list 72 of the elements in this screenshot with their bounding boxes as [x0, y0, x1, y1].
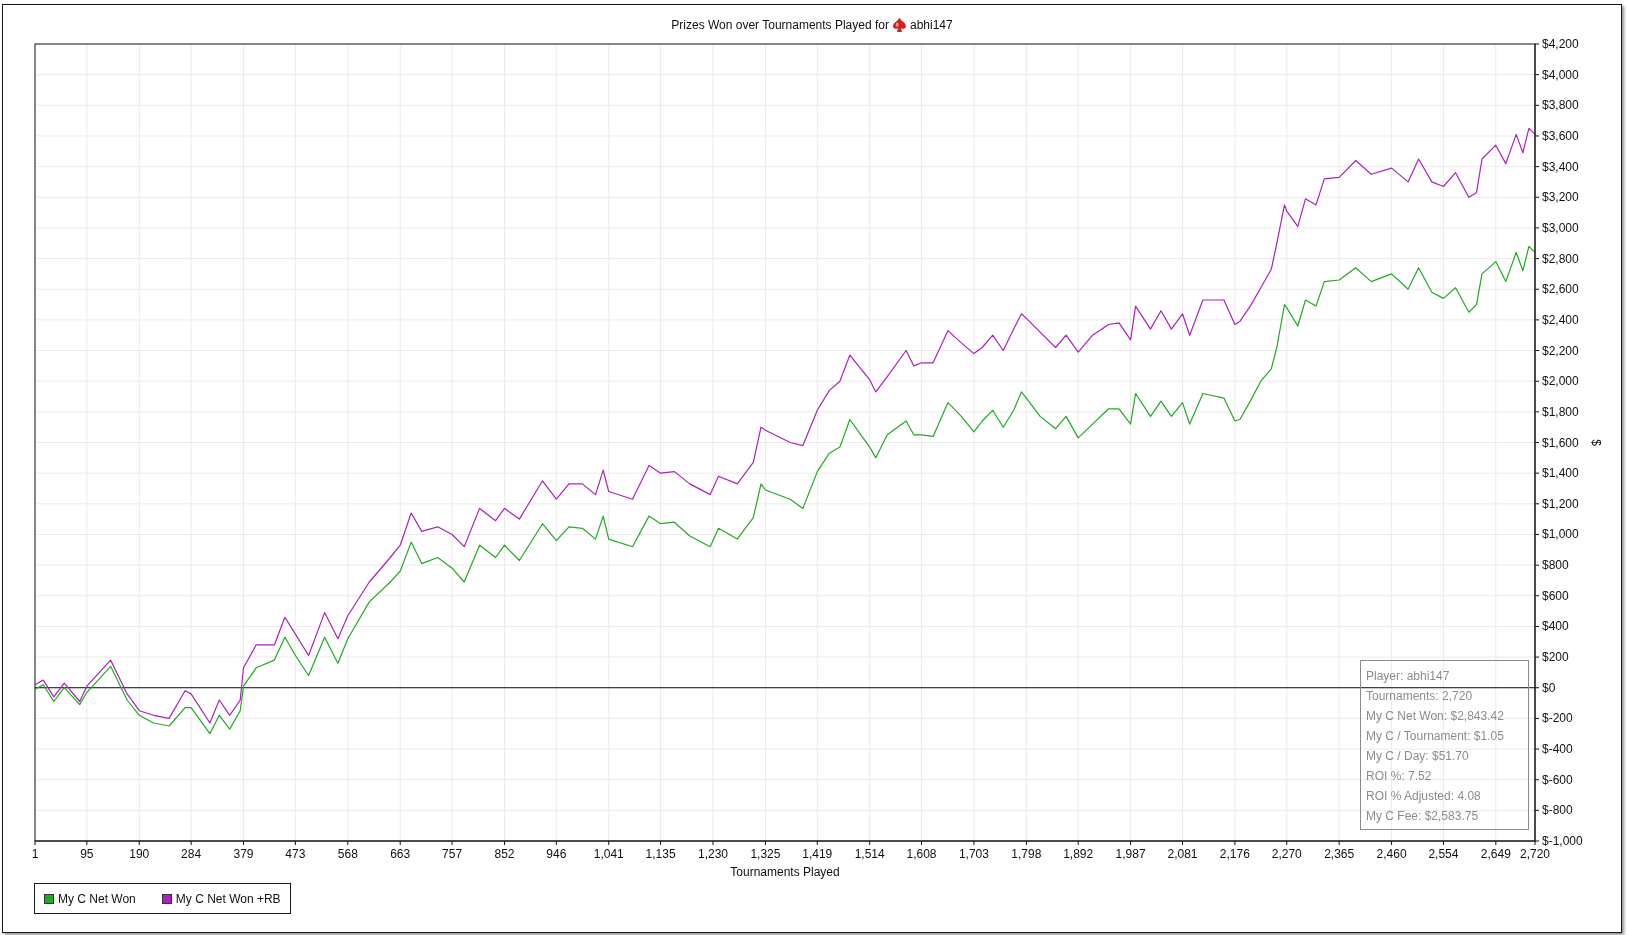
y-tick-label: $800 — [1542, 558, 1569, 573]
chart-title: Prizes Won over Tournaments Played for — [671, 17, 889, 34]
x-tick-label: 95 — [80, 847, 94, 861]
y-tick-label: $2,400 — [1542, 312, 1579, 327]
x-tick-label: 2,460 — [1376, 847, 1407, 861]
y-tick-label: $-600 — [1542, 772, 1573, 787]
y-tick-label: $4,000 — [1542, 67, 1579, 82]
y-tick-label: $200 — [1542, 650, 1569, 665]
y-tick-label: $3,400 — [1542, 159, 1579, 174]
y-axis-title: $ — [1589, 439, 1603, 446]
y-tick-label: $400 — [1542, 619, 1569, 634]
stats-text: My C Net Won: $2,843.42 — [1366, 708, 1504, 725]
y-tick-label: $-400 — [1542, 742, 1573, 757]
y-tick-label: $3,000 — [1542, 220, 1579, 235]
x-tick-label: 2,720 — [1520, 847, 1550, 861]
y-tick-label: $2,600 — [1542, 282, 1579, 297]
y-tick-label: $-1,000 — [1542, 834, 1583, 848]
y-tick-label: $4,200 — [1542, 37, 1579, 51]
x-tick-label: 284 — [181, 847, 202, 861]
stats-text: Player: abhi147 — [1366, 668, 1450, 685]
y-tick-label: $0 — [1542, 680, 1556, 695]
stats-text: ROI % Adjusted: 4.08 — [1366, 788, 1481, 805]
y-tick-label: $1,800 — [1542, 404, 1579, 419]
x-tick-label: 190 — [129, 847, 150, 861]
y-tick-label: $3,200 — [1542, 190, 1579, 205]
stats-text: My C Fee: $2,583.75 — [1366, 808, 1479, 825]
spade-icon — [892, 18, 906, 32]
x-tick-label: 1,798 — [1011, 847, 1042, 861]
y-tick-label: $1,200 — [1542, 496, 1579, 511]
x-tick-label: 946 — [546, 847, 567, 861]
y-tick-label: $2,200 — [1542, 343, 1579, 358]
x-tick-label: 1,987 — [1115, 847, 1146, 861]
x-tick-label: 2,365 — [1324, 847, 1355, 861]
y-tick-label: $2,800 — [1542, 251, 1579, 266]
x-tick-label: 1,135 — [645, 847, 676, 861]
stats-text: My C / Tournament: $1.05 — [1366, 728, 1504, 745]
stats-text: My C / Day: $51.70 — [1366, 748, 1469, 765]
legend-label: My C Net Won +RB — [175, 891, 281, 906]
x-tick-label: 379 — [233, 847, 254, 861]
x-tick-label: 1,230 — [698, 847, 728, 861]
x-tick-label: 1,041 — [593, 847, 624, 861]
x-tick-label: 2,176 — [1219, 847, 1250, 861]
x-tick-label: 1,419 — [802, 847, 833, 861]
x-tick-label: 2,554 — [1428, 847, 1459, 861]
x-tick-label: 757 — [442, 847, 463, 861]
y-tick-label: $1,400 — [1542, 466, 1579, 481]
x-tick-label: 1,892 — [1063, 847, 1094, 861]
y-tick-label: $-800 — [1542, 803, 1573, 818]
stats-text: Tournaments: 2,720 — [1366, 688, 1473, 705]
x-tick-label: 852 — [494, 847, 515, 861]
y-tick-label: $1,600 — [1542, 435, 1579, 450]
legend-label: My C Net Won — [58, 891, 136, 906]
y-tick-label: $600 — [1542, 588, 1569, 603]
x-tick-label: 1,514 — [854, 847, 885, 861]
x-axis-title: Tournaments Played — [730, 865, 840, 879]
x-tick-label: 663 — [390, 847, 411, 861]
y-tick-label: $2,000 — [1542, 374, 1579, 389]
y-tick-label: $3,800 — [1542, 98, 1579, 113]
player-name: abhi147 — [909, 17, 953, 34]
x-tick-label: 1,608 — [906, 847, 937, 861]
y-tick-label: $-200 — [1542, 711, 1573, 726]
x-tick-label: 2,270 — [1271, 847, 1302, 861]
x-tick-label: 1,703 — [958, 847, 989, 861]
x-tick-label: 2,081 — [1167, 847, 1198, 861]
x-tick-label: 1,325 — [750, 847, 781, 861]
x-tick-label: 473 — [285, 847, 306, 861]
y-tick-label: $1,000 — [1542, 527, 1579, 542]
x-tick-label: 568 — [337, 847, 358, 861]
stats-text: ROI %: 7.52 — [1366, 768, 1432, 785]
x-tick-label: 2,649 — [1480, 847, 1511, 861]
x-tick-label: 1 — [31, 847, 39, 861]
y-tick-label: $3,600 — [1542, 128, 1579, 143]
